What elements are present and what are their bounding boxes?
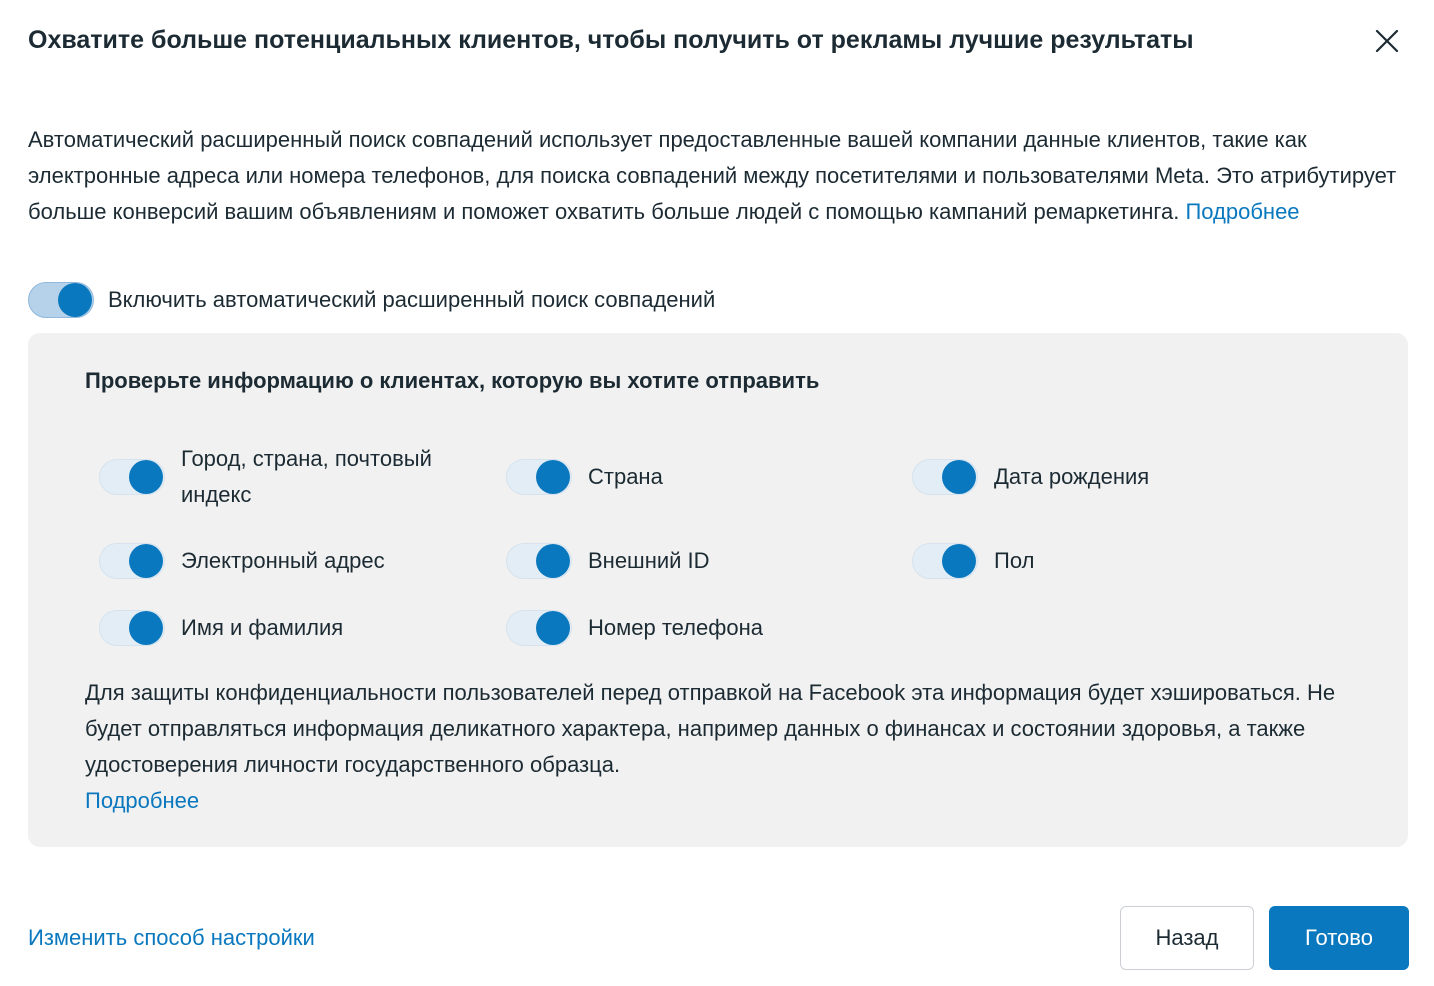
toggle-knob [129, 460, 163, 494]
close-icon [1375, 29, 1399, 53]
toggle-phone[interactable] [506, 610, 572, 646]
toggle-knob [942, 460, 976, 494]
field-label: Дата рождения [994, 464, 1150, 489]
back-button[interactable]: Назад [1120, 906, 1254, 970]
toggle-city-country-zip[interactable] [99, 459, 165, 495]
toggle-knob [58, 283, 92, 317]
privacy-notice: Для защиты конфиденциальности пользовате… [85, 675, 1355, 819]
change-setup-link[interactable]: Изменить способ настройки [28, 920, 315, 956]
toggle-name[interactable] [99, 610, 165, 646]
toggle-knob [536, 544, 570, 578]
field-country: Страна [506, 459, 663, 495]
field-label: Пол [994, 548, 1035, 573]
toggle-knob [536, 611, 570, 645]
field-city-country-zip: Город, страна, почтовый индекс [99, 441, 489, 513]
field-label: Имя и фамилия [181, 615, 344, 640]
master-toggle-label: Включить автоматический расширенный поис… [108, 287, 716, 312]
dialog: Охватите больше потенциальных клиентов, … [0, 0, 1434, 986]
description: Автоматический расширенный поиск совпаде… [28, 122, 1408, 230]
toggle-external-id[interactable] [506, 543, 572, 579]
toggle-knob [129, 544, 163, 578]
customer-info-panel: Проверьте информацию о клиентах, которую… [28, 333, 1408, 847]
field-label: Номер телефона [588, 615, 763, 640]
master-toggle[interactable] [28, 282, 94, 318]
field-label: Страна [588, 464, 663, 489]
toggle-knob [942, 544, 976, 578]
toggle-email[interactable] [99, 543, 165, 579]
toggle-knob [536, 460, 570, 494]
toggle-gender[interactable] [912, 543, 978, 579]
done-button[interactable]: Готово [1269, 906, 1409, 970]
field-gender: Пол [912, 543, 1034, 579]
close-button[interactable] [1366, 20, 1408, 62]
learn-more-link[interactable]: Подробнее [1185, 199, 1299, 224]
field-birthdate: Дата рождения [912, 459, 1149, 495]
field-external-id: Внешний ID [506, 543, 710, 579]
toggle-birthdate[interactable] [912, 459, 978, 495]
field-label: Электронный адрес [181, 548, 385, 573]
toggle-country[interactable] [506, 459, 572, 495]
dialog-title: Охватите больше потенциальных клиентов, … [28, 26, 1194, 54]
field-label: Внешний ID [588, 548, 710, 573]
field-name: Имя и фамилия [99, 610, 343, 646]
privacy-learn-more-link[interactable]: Подробнее [85, 788, 199, 813]
field-email: Электронный адрес [99, 543, 385, 579]
toggle-knob [129, 611, 163, 645]
privacy-text: Для защиты конфиденциальности пользовате… [85, 680, 1336, 777]
field-phone: Номер телефона [506, 610, 763, 646]
field-label: Город, страна, почтовый индекс [181, 446, 432, 507]
panel-title: Проверьте информацию о клиентах, которую… [85, 368, 820, 393]
master-toggle-row: Включить автоматический расширенный поис… [28, 282, 715, 318]
